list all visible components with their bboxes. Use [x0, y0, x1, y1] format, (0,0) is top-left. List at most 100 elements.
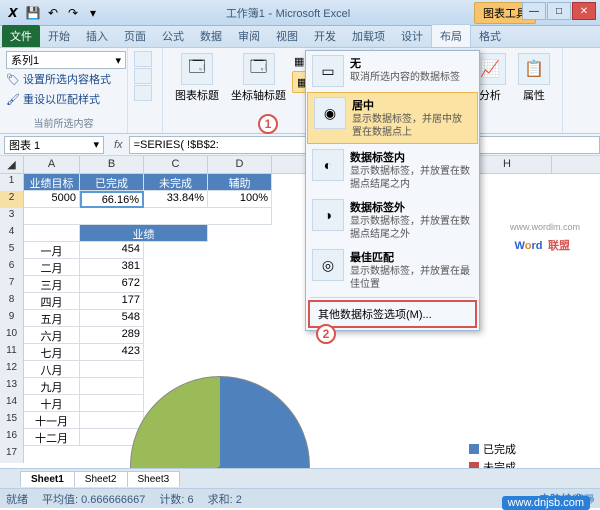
sheet-tab[interactable]: Sheet3 — [127, 471, 181, 487]
dd-inside[interactable]: ◐数据标签内显示数据标签，并放置在数据点结尾之内 — [306, 145, 479, 195]
tab-home[interactable]: 开始 — [40, 25, 78, 47]
cell[interactable]: 5000 — [24, 191, 80, 208]
sheet-tabs: Sheet1 Sheet2 Sheet3 — [0, 468, 600, 488]
tab-format[interactable]: 格式 — [471, 25, 509, 47]
status-ready: 就绪 — [6, 491, 28, 507]
dd-outside[interactable]: ◑数据标签外显示数据标签，并放置在数据点结尾之外 — [306, 195, 479, 245]
cell[interactable]: 业绩 — [80, 225, 208, 242]
tab-view[interactable]: 视图 — [268, 25, 306, 47]
cell[interactable]: 十月 — [24, 395, 80, 412]
dd-none[interactable]: ▭无取消所选内容的数据标签 — [306, 51, 479, 91]
cell[interactable]: 548 — [80, 310, 144, 327]
col-header[interactable]: A — [24, 156, 80, 173]
status-avg: 平均值: 0.666666667 — [42, 491, 145, 507]
cell[interactable]: 辅助 — [208, 174, 272, 191]
cell[interactable]: 100% — [208, 191, 272, 208]
cell[interactable]: 九月 — [24, 378, 80, 395]
tab-file[interactable]: 文件 — [2, 25, 40, 47]
cell[interactable]: 一月 — [24, 242, 80, 259]
dd-more-options[interactable]: 其他数据标签选项(M)... — [308, 300, 477, 328]
dd-center[interactable]: ◉居中显示数据标签，并居中放置在数据点上 — [307, 92, 478, 144]
cell[interactable]: 三月 — [24, 276, 80, 293]
cell[interactable]: 十二月 — [24, 429, 80, 446]
row-header[interactable]: 16 — [0, 429, 24, 446]
cell[interactable]: 二月 — [24, 259, 80, 276]
tab-design[interactable]: 设计 — [393, 25, 431, 47]
cell[interactable] — [24, 208, 272, 225]
cell[interactable]: 四月 — [24, 293, 80, 310]
tab-formula[interactable]: 公式 — [154, 25, 192, 47]
cell[interactable]: 五月 — [24, 310, 80, 327]
cell[interactable]: 672 — [80, 276, 144, 293]
close-button[interactable]: ✕ — [572, 2, 596, 20]
cell[interactable]: 177 — [80, 293, 144, 310]
row-header[interactable]: 13 — [0, 378, 24, 395]
cell[interactable]: 未完成 — [144, 174, 208, 191]
cell[interactable]: 十一月 — [24, 412, 80, 429]
row-header[interactable]: 7 — [0, 276, 24, 293]
name-box[interactable]: 图表 1▾ — [4, 136, 104, 154]
tab-dev[interactable]: 开发 — [306, 25, 344, 47]
select-all-corner[interactable]: ◢ — [0, 156, 24, 173]
chart-title-button[interactable]: 🗔图表标题 — [169, 51, 225, 130]
row-header[interactable]: 12 — [0, 361, 24, 378]
chart-element-selector[interactable]: 系列1▾ — [6, 51, 126, 69]
tab-insert[interactable]: 插入 — [78, 25, 116, 47]
format-selection-button[interactable]: 🏷设置所选内容格式 — [6, 69, 121, 89]
maximize-button[interactable]: □ — [547, 2, 571, 20]
row-header[interactable]: 4 — [0, 225, 24, 242]
row-header[interactable]: 2 — [0, 191, 24, 208]
qat-dropdown-icon[interactable]: ▾ — [84, 4, 102, 22]
row-header[interactable]: 8 — [0, 293, 24, 310]
col-header[interactable]: C — [144, 156, 208, 173]
row-header[interactable]: 15 — [0, 412, 24, 429]
row-header[interactable]: 11 — [0, 344, 24, 361]
cell[interactable]: 66.16% — [80, 191, 144, 208]
row-header[interactable]: 3 — [0, 208, 24, 225]
insert-shape-icon[interactable] — [134, 68, 152, 84]
col-header[interactable]: B — [80, 156, 144, 173]
fx-icon[interactable]: fx — [108, 139, 129, 151]
row-header[interactable]: 5 — [0, 242, 24, 259]
cell[interactable]: 八月 — [24, 361, 80, 378]
col-header[interactable]: D — [208, 156, 272, 173]
annotation-badge-2: 2 — [316, 324, 336, 344]
pie-chart[interactable]: 已完成 未完成 辅助 — [130, 376, 400, 468]
sheet-tab[interactable]: Sheet2 — [74, 471, 128, 487]
row-header[interactable]: 14 — [0, 395, 24, 412]
cell[interactable]: 六月 — [24, 327, 80, 344]
properties-button[interactable]: 📋属性 — [512, 51, 556, 130]
dd-bestfit[interactable]: ◎最佳匹配显示数据标签，并放置在最佳位置 — [306, 245, 479, 295]
insert-text-icon[interactable] — [134, 85, 152, 101]
row-header[interactable]: 9 — [0, 310, 24, 327]
cell[interactable] — [24, 225, 80, 242]
tab-review[interactable]: 审阅 — [230, 25, 268, 47]
cell[interactable]: 423 — [80, 344, 144, 361]
tab-layout[interactable]: 布局 — [431, 24, 471, 47]
cell[interactable]: 381 — [80, 259, 144, 276]
insert-pic-icon[interactable] — [134, 51, 152, 67]
row-header[interactable]: 6 — [0, 259, 24, 276]
formula-bar: 图表 1▾ fx =SERIES( !$B$2: — [0, 134, 600, 156]
reset-style-button[interactable]: 🖌重设以匹配样式 — [6, 89, 121, 109]
cell[interactable]: 已完成 — [80, 174, 144, 191]
undo-icon[interactable]: ↶ — [44, 4, 62, 22]
cell[interactable]: 289 — [80, 327, 144, 344]
row-header[interactable]: 10 — [0, 327, 24, 344]
annotation-badge-1: 1 — [258, 114, 278, 134]
cell[interactable]: 454 — [80, 242, 144, 259]
tab-page[interactable]: 页面 — [116, 25, 154, 47]
row-header[interactable]: 17 — [0, 446, 24, 463]
cell[interactable]: 七月 — [24, 344, 80, 361]
cell[interactable]: 33.84% — [144, 191, 208, 208]
tab-data[interactable]: 数据 — [192, 25, 230, 47]
cell[interactable]: 业绩目标 — [24, 174, 80, 191]
pie-graphic — [130, 376, 310, 468]
minimize-button[interactable]: — — [522, 2, 546, 20]
row-header[interactable]: 1 — [0, 174, 24, 191]
excel-icon[interactable]: 𝙓 — [4, 4, 22, 22]
redo-icon[interactable]: ↷ — [64, 4, 82, 22]
save-icon[interactable]: 💾 — [24, 4, 42, 22]
tab-addin[interactable]: 加载项 — [344, 25, 393, 47]
sheet-tab[interactable]: Sheet1 — [20, 471, 75, 487]
